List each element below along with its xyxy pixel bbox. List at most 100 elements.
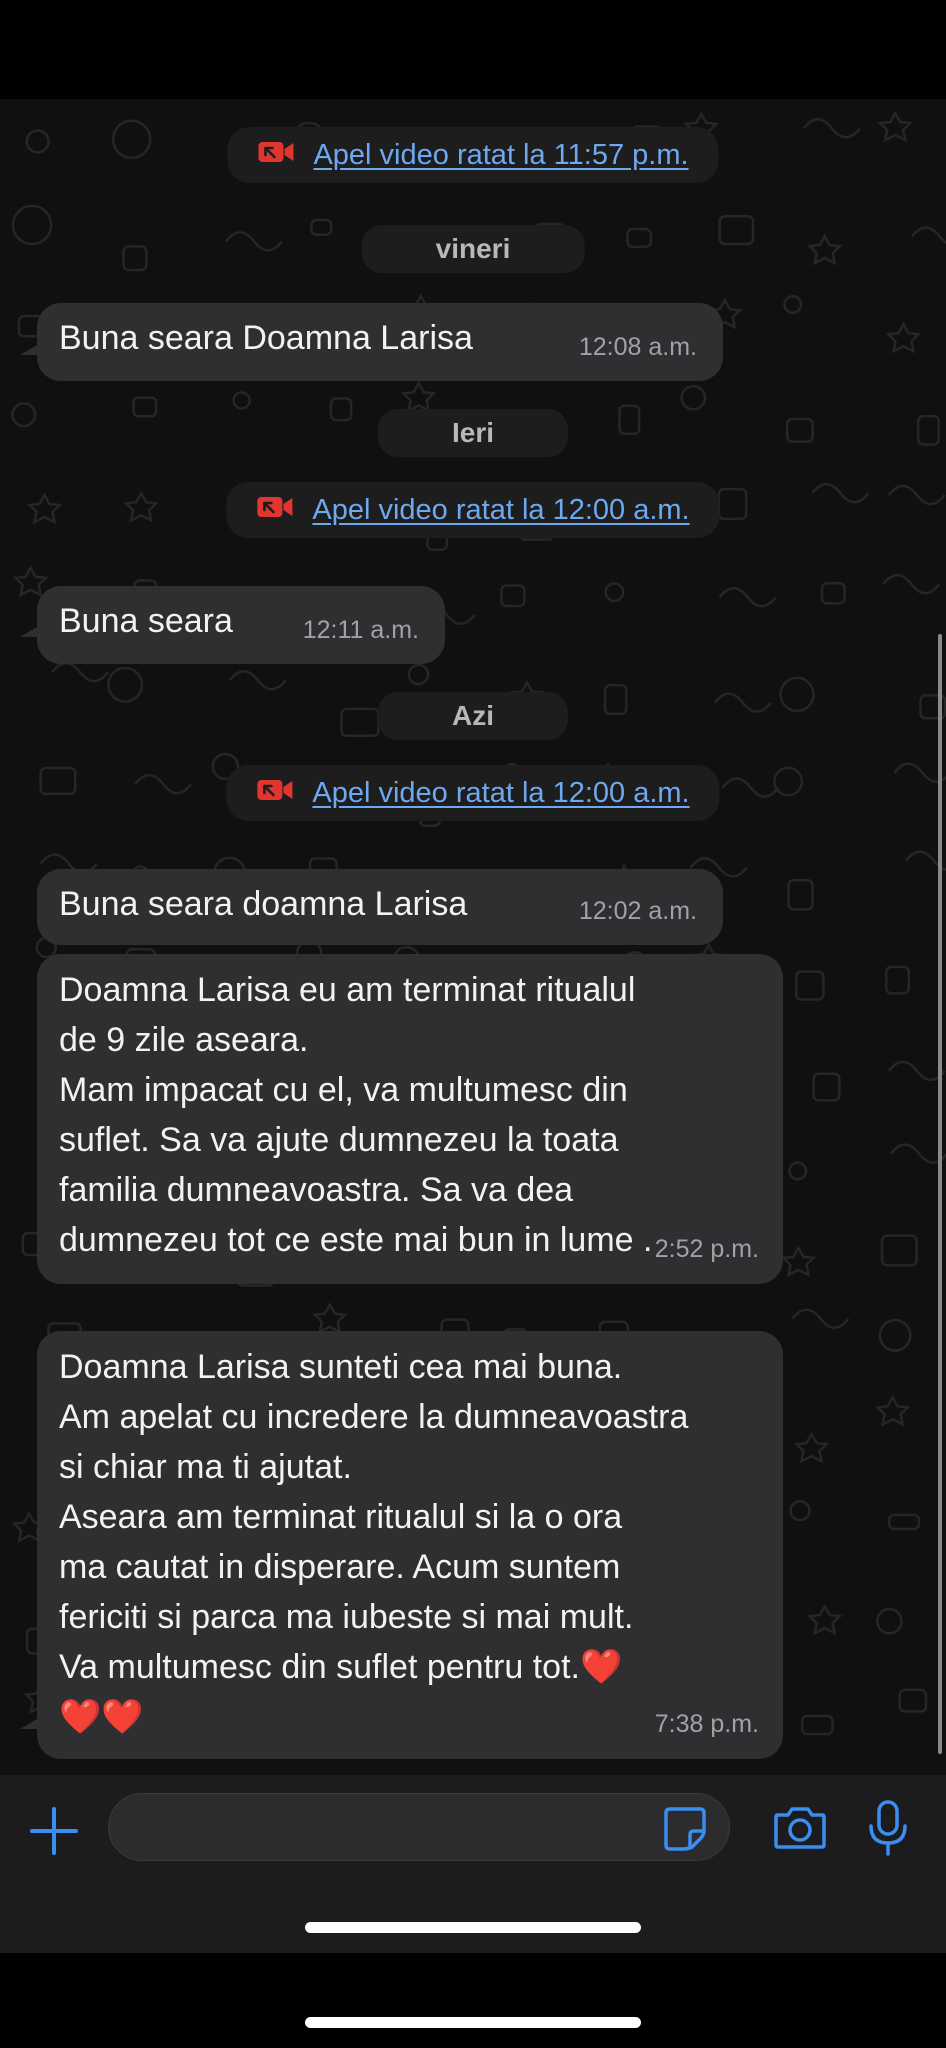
wallpaper-doodle [887,1060,946,1082]
date-separator: vineri [361,225,585,273]
wallpaper-doodle [882,573,941,595]
plus-icon[interactable] [28,1805,80,1857]
missed-video-call-notice[interactable]: Apel video ratat la 12:00 a.m. [226,765,720,821]
missed-video-call-notice[interactable]: Apel video ratat la 11:57 p.m. [227,127,719,183]
missed-call-text[interactable]: Apel video ratat la 11:57 p.m. [313,139,688,172]
message-text: Buna seara doamna Larisa [59,885,468,923]
wallpaper-doodle [887,1513,921,1531]
wallpaper-doodle [788,1161,808,1181]
wallpaper-doodle [811,482,870,504]
missed-call-text[interactable]: Apel video ratat la 12:00 a.m. [312,494,689,527]
message-timestamp: 2:52 p.m. [654,1235,759,1263]
message-bubble[interactable]: Doamna Larisa sunteti cea mai buna. Am a… [37,1331,783,1759]
wallpaper-doodle [39,766,77,796]
compose-bar [0,1775,946,1953]
wallpaper-doodle [787,878,814,911]
missed-video-call-notice[interactable]: Apel video ratat la 12:00 a.m. [226,482,720,538]
wallpaper-doodle [820,581,846,605]
camera-icon[interactable] [773,1803,827,1851]
wallpaper-doodle [717,487,748,521]
wallpaper-doodle [887,484,946,506]
missed-call-text[interactable]: Apel video ratat la 12:00 a.m. [312,777,689,810]
wallpaper-doodle [232,391,251,410]
message-text: Buna seara [59,602,233,640]
home-indicator [305,1922,641,1933]
wallpaper-doodle [916,414,940,446]
message-bubble[interactable]: Buna seara Doamna Larisa 12:08 a.m. [37,303,723,381]
date-separator: Ieri [377,409,569,457]
wallpaper-doodle [721,777,780,798]
wallpaper-doodle [885,321,922,354]
wallpaper-doodle [718,587,777,608]
message-text: Buna seara Doamna Larisa [59,319,473,357]
wallpaper-doodle [812,1072,841,1102]
wallpaper-doodle [312,1302,348,1334]
wallpaper-doodle [802,118,861,139]
wallpaper-doodle [400,380,437,413]
date-separator: Azi [378,692,568,740]
wallpaper-doodle [407,663,430,686]
wallpaper-doodle [122,245,148,272]
wallpaper-doodle [123,490,159,523]
message-timestamp: 7:38 p.m. [654,1710,759,1738]
missed-video-call-icon [256,494,294,527]
wallpaper-doodle [618,404,641,436]
home-indicator [305,2017,641,2028]
wallpaper-doodle [910,226,946,245]
message-timestamp: 12:02 a.m. [578,897,697,925]
scroll-indicator[interactable] [938,634,942,1754]
wallpaper-doodle [885,965,911,995]
wallpaper-doodle [718,215,755,246]
wallpaper-doodle [11,204,53,246]
wallpaper-doodle [340,707,380,738]
wallpaper-doodle [26,492,63,525]
wallpaper-doodle [310,218,333,236]
wallpaper-doodle [329,397,353,422]
message-text: Doamna Larisa sunteti cea mai buna. Am a… [59,1348,689,1736]
wallpaper-doodle [51,661,110,683]
wallpaper-doodle [500,584,526,608]
wallpaper-doodle [877,110,913,143]
missed-video-call-icon [257,139,295,172]
wallpaper-doodle [780,1245,817,1278]
message-text: Doamna Larisa eu am terminat ritualul de… [59,971,653,1259]
missed-video-call-icon [256,777,294,810]
wallpaper-doodle [779,676,815,713]
wallpaper-doodle [806,1603,843,1636]
wallpaper-doodle [713,692,772,713]
wallpaper-doodle [134,773,193,795]
wallpaper-doodle [25,129,50,154]
wallpaper-doodle [12,565,49,598]
wallpaper-doodle [111,119,152,160]
wallpaper-doodle [880,1234,918,1267]
wallpaper-doodle [604,582,625,603]
message-bubble[interactable]: Buna seara 12:11 a.m. [37,586,445,664]
wallpaper-doodle [876,1607,903,1635]
wallpaper-doodle [793,1431,830,1464]
wallpaper-doodle [225,231,284,252]
sticker-icon[interactable] [662,1805,708,1851]
message-bubble[interactable]: Buna seara doamna Larisa 12:02 a.m. [37,869,723,945]
wallpaper-doodle [806,233,843,266]
message-timestamp: 12:08 a.m. [578,333,697,361]
microphone-icon[interactable] [866,1799,910,1857]
wallpaper-doodle [11,402,37,428]
message-input[interactable] [108,1793,730,1861]
wallpaper-doodle [898,1688,928,1713]
wallpaper-doodle [773,766,804,797]
wallpaper-doodle [785,417,814,443]
wallpaper-doodle [800,1714,834,1736]
message-timestamp: 12:11 a.m. [302,616,419,644]
wallpaper-doodle [132,396,158,418]
wallpaper-doodle [680,384,707,411]
wallpaper-doodle [783,294,803,314]
chat-area[interactable]: Apel video ratat la 11:57 p.m. vineri Bu… [0,99,946,1775]
wallpaper-doodle [789,1500,811,1522]
wallpaper-doodle [874,1394,911,1427]
wallpaper-doodle [228,669,287,691]
wallpaper-doodle [878,1318,912,1352]
message-bubble[interactable]: Doamna Larisa eu am terminat ritualul de… [37,954,783,1284]
wallpaper-doodle [794,970,825,1001]
wallpaper-doodle [603,683,628,716]
wallpaper-doodle [107,666,144,703]
